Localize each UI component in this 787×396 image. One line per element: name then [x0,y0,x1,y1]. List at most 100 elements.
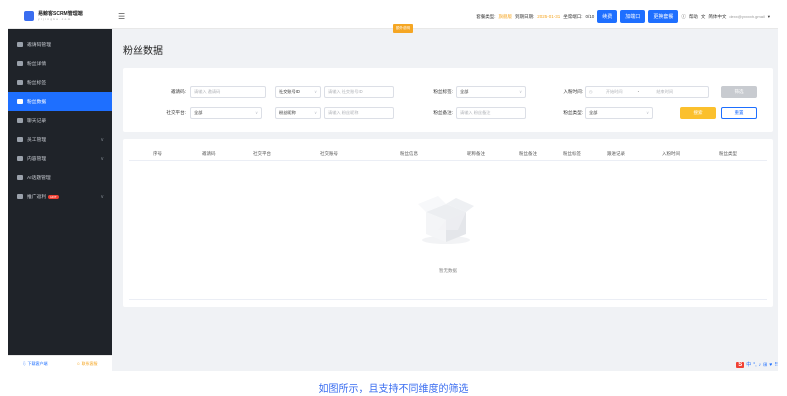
column-header: 序号 [153,151,162,156]
join-time-range[interactable]: ◷ 开始时间 - 结束时间 [585,86,709,98]
column-header: 邀请码 [202,151,216,156]
table-bottom-divider [129,299,767,300]
menu-icon [17,137,23,142]
menu-icon [17,99,23,104]
ime-toolbar: S 中 °, ♪ ⊞ ♥ ⠿ [736,361,778,368]
column-header: 粉丝信息 [400,151,418,156]
fan-remark-label: 粉丝备注: [433,110,453,115]
filter-button[interactable]: 筛选 [721,86,757,98]
sidebar-item-label: 内容管理 [27,157,47,162]
logo-subtitle: y i j i n g k e . c o m [38,17,71,21]
chevron-down-icon: ∨ [100,155,104,162]
seats-value: 0/10 [585,14,595,19]
expire-value: 2025-01-31 [537,14,561,19]
fan-remark-input[interactable]: 请输入 粉丝备注 [456,107,526,119]
data-table: 序号 邀请码 社交平台 社交账号 粉丝信息 昵称备注 粉丝备注 粉丝标签 跟进记… [123,139,773,307]
menu-icon [17,80,23,85]
help-link[interactable]: 帮助 [689,14,698,20]
empty-box-icon [418,196,474,244]
menu-icon [17,156,23,161]
column-header: 粉丝标签 [563,151,581,156]
platform-value: 全部 [194,110,203,115]
top-right-info: 套餐类型: 旗舰版 到期日期: 2025-01-31 坐席端口: 0/10 续费… [476,10,770,23]
sidebar-item[interactable]: 粉丝数据 [8,92,112,111]
fan-nickname-select[interactable]: 粉丝昵称 ∨ [275,107,321,119]
ime-voice-icon[interactable]: ♪ [759,362,762,368]
platform-select[interactable]: 全部 ∨ [190,107,262,119]
add-port-button[interactable]: 加端口 [620,10,646,23]
column-header: 跟进记录 [607,151,625,156]
sidebar-item[interactable]: 聊天记录 [8,111,112,130]
fan-type-value: 全部 [589,110,598,115]
download-client-link[interactable]: ⇩ 下载客户端 [22,361,47,367]
sidebar-item[interactable]: 邀请码管理 [8,35,112,54]
platform-label: 社交平台: [166,110,186,115]
chevron-down-icon: ∨ [519,89,522,94]
invite-code-input[interactable]: 请输入 邀请码 [190,86,266,98]
renew-button[interactable]: 续费 [597,10,618,23]
column-header: 粉丝备注 [519,151,537,156]
column-header: 社交平台 [253,151,271,156]
menu-toggle-icon[interactable]: ☰ [118,12,125,21]
column-header: 粉丝类型 [719,151,737,156]
ime-chinese-icon[interactable]: 中 [746,361,751,368]
fan-tag-label: 粉丝标签: [433,89,453,94]
sidebar-footer: ⇩ 下载客户端 ☺ 联系客服 [8,355,112,371]
fan-type-select[interactable]: 全部 ∨ [585,107,653,119]
ime-punctuation-icon[interactable]: °, [753,362,756,368]
language-select[interactable]: 简体中文 [708,14,726,20]
fan-tag-select[interactable]: 全部 ∨ [456,86,526,98]
chevron-down-icon: ∨ [314,110,317,115]
social-account-input[interactable]: 请输入 社交账号ID [324,86,394,98]
column-header: 昵称备注 [467,151,485,156]
sidebar-item-label: 粉丝数据 [27,100,47,105]
change-plan-button[interactable]: 更换套餐 [648,10,679,23]
table-header: 序号 邀请码 社交平台 社交账号 粉丝信息 昵称备注 粉丝备注 粉丝标签 跟进记… [129,147,767,161]
sidebar: 邀请码管理 粉丝详情 粉丝标签 粉丝数据 聊天记录 员工管理 ∨ 内容管理 ∨ AI话题管理 推广返… [8,29,112,371]
menu-icon [17,194,23,199]
social-account-select[interactable]: 社交账号ID ∨ [275,86,321,98]
download-client-label: 下载客户端 [27,360,48,366]
join-time-separator: - [637,89,640,94]
contact-service-link[interactable]: ☺ 联系客服 [76,361,97,367]
language-icon: 文 [700,13,706,19]
sidebar-item-label: 聊天记录 [27,119,47,124]
hot-badge: HOT [48,194,59,199]
sidebar-item[interactable]: 粉丝详情 [8,54,112,73]
menu-icon [17,175,23,180]
sidebar-item[interactable]: 内容管理 ∨ [8,149,112,168]
ime-skin-icon[interactable]: ♥ [769,362,772,368]
sidebar-item[interactable]: 员工管理 ∨ [8,130,112,149]
sidebar-item-label: AI话题管理 [27,176,51,181]
user-email[interactable]: dexx@yxxxxh.gmail [729,14,764,19]
chevron-down-icon[interactable]: ▾ [768,14,770,20]
page-title: 粉丝数据 [123,46,163,57]
logo-icon [24,11,34,21]
chevron-down-icon: ∨ [100,193,104,200]
sidebar-item-label: 邀请码管理 [27,43,51,48]
plan-tooltip: 额外说明 [393,24,413,33]
fan-nickname-select-label: 粉丝昵称 [279,110,296,115]
ime-keyboard-icon[interactable]: ⊞ [763,362,767,368]
sidebar-item[interactable]: 推广返利 HOT ∨ [8,187,112,206]
social-account-select-label: 社交账号ID [279,89,300,94]
figure-caption: 如图所示，且支持不同维度的筛选 [318,384,469,395]
sidebar-item[interactable]: 粉丝标签 [8,73,112,92]
column-header: 社交账号 [320,151,338,156]
contact-service-label: 联系客服 [81,360,98,366]
search-button[interactable]: 搜索 [680,107,716,119]
filter-row-2: 社交平台: 全部 ∨ 粉丝昵称 ∨ 请输入 粉丝昵称 粉丝备注: 请输入 粉丝备注 … [123,106,773,120]
fan-nickname-input[interactable]: 请输入 粉丝昵称 [324,107,394,119]
sidebar-item[interactable]: AI话题管理 [8,168,112,187]
help-icon[interactable]: ⓘ [681,14,686,20]
app-window: 易鲸客SCRM管理端 y i j i n g k e . c o m ☰ 套餐类… [8,5,778,371]
join-time-start: 开始时间 [605,89,623,94]
sogou-ime-icon[interactable]: S [736,361,745,368]
filter-row-1: 邀请码: 请输入 邀请码 社交账号ID ∨ 请输入 社交账号ID 粉丝标签: 全部… [123,85,773,99]
ime-grid-icon[interactable]: ⠿ [774,362,778,368]
filter-panel: 邀请码: 请输入 邀请码 社交账号ID ∨ 请输入 社交账号ID 粉丝标签: 全部… [123,68,773,132]
logo[interactable]: 易鲸客SCRM管理端 y i j i n g k e . c o m [24,11,83,21]
sidebar-menu: 邀请码管理 粉丝详情 粉丝标签 粉丝数据 聊天记录 员工管理 ∨ 内容管理 ∨ AI话题管理 推广返… [8,35,112,206]
reset-button[interactable]: 重置 [721,107,757,119]
sidebar-item-label: 推广返利 [27,195,47,200]
